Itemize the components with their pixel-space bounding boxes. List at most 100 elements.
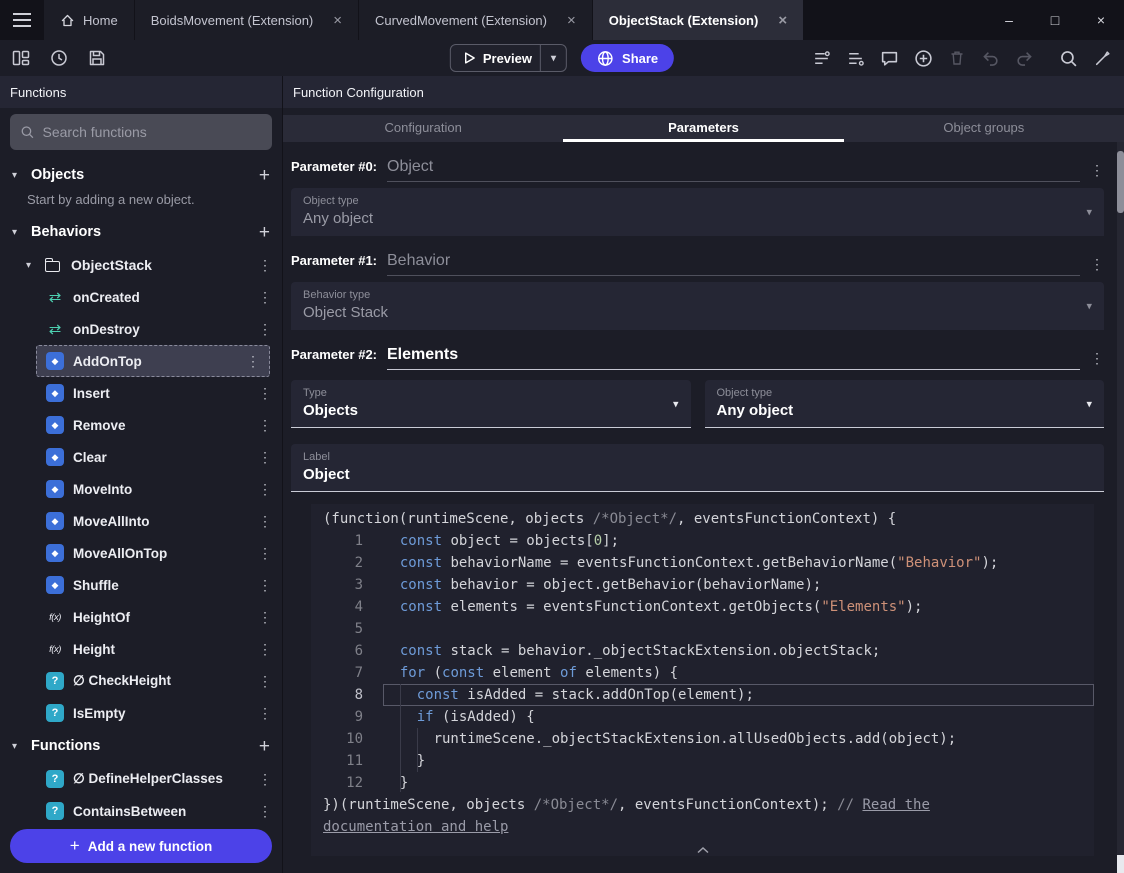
sidebar-item-definehelperclasses[interactable]: ∅ DefineHelperClasses ⋮ — [0, 763, 282, 795]
code-text[interactable]: runtimeScene._objectStackExtension.allUs… — [383, 728, 1094, 750]
close-tab-icon[interactable]: × — [333, 13, 342, 28]
add-free-function-button[interactable]: + — [259, 737, 270, 756]
type-select[interactable]: Type Objects ▾ — [291, 380, 691, 428]
item-menu-button[interactable]: ⋮ — [246, 353, 260, 370]
panels-layout-icon[interactable] — [12, 49, 30, 67]
item-menu-button[interactable]: ⋮ — [258, 545, 272, 562]
sidebar-section-behaviors[interactable]: ▾ Behaviors + — [0, 215, 282, 249]
item-menu-button[interactable]: ⋮ — [258, 385, 272, 402]
code-text[interactable]: if (isAdded) { — [383, 706, 1094, 728]
share-button[interactable]: Share — [581, 44, 675, 72]
tab-curvedmovement[interactable]: CurvedMovement (Extension) × — [359, 0, 593, 40]
code-text[interactable]: const behaviorName = eventsFunctionConte… — [383, 552, 1094, 574]
sidebar-section-objects[interactable]: ▾ Objects + — [0, 158, 282, 192]
parameter-menu-button[interactable]: ⋮ — [1090, 350, 1104, 367]
search-input[interactable] — [42, 124, 262, 140]
sidebar-item-clear[interactable]: Clear ⋮ — [0, 441, 282, 473]
tab-object-groups[interactable]: Object groups — [844, 115, 1124, 142]
documentation-link[interactable]: documentation and help — [323, 819, 508, 835]
parameter-name-input[interactable]: Object — [387, 158, 1080, 182]
code-text[interactable]: } — [383, 772, 1094, 794]
item-menu-button[interactable]: ⋮ — [258, 481, 272, 498]
item-menu-button[interactable]: ⋮ — [258, 609, 272, 626]
trash-icon[interactable] — [948, 49, 966, 67]
item-menu-button[interactable]: ⋮ — [258, 289, 272, 306]
sidebar-item-oncreated[interactable]: onCreated ⋮ — [0, 281, 282, 313]
sidebar-item-moveinto[interactable]: MoveInto ⋮ — [0, 473, 282, 505]
sidebar-item-remove[interactable]: Remove ⋮ — [0, 409, 282, 441]
sidebar-item-containsbetween[interactable]: ContainsBetween ⋮ — [0, 795, 282, 821]
item-menu-button[interactable]: ⋮ — [258, 771, 272, 788]
redo-icon[interactable] — [1015, 49, 1034, 68]
sidebar-item-addontop[interactable]: AddOnTop ⋮ — [36, 345, 270, 377]
behavior-type-select[interactable]: Behavior type Object Stack ▾ — [291, 282, 1104, 330]
search-icon[interactable] — [1059, 49, 1078, 68]
item-menu-button[interactable]: ⋮ — [258, 641, 272, 658]
save-icon[interactable] — [88, 49, 106, 67]
parameter-menu-button[interactable]: ⋮ — [1090, 162, 1104, 179]
preview-button[interactable]: Preview ▾ — [449, 44, 568, 72]
item-menu-button[interactable]: ⋮ — [258, 417, 272, 434]
item-menu-button[interactable]: ⋮ — [258, 673, 272, 690]
item-menu-button[interactable]: ⋮ — [258, 577, 272, 594]
sidebar-section-functions[interactable]: ▾ Functions + — [0, 729, 282, 763]
item-menu-button[interactable]: ⋮ — [258, 321, 272, 338]
main-menu-button[interactable] — [0, 0, 44, 40]
object-type-select[interactable]: Object type Any object ▾ — [291, 188, 1104, 236]
object-type-select-2[interactable]: Object type Any object ▾ — [704, 380, 1104, 428]
scrollbar-thumb-bottom[interactable] — [1117, 855, 1124, 873]
sidebar-item-insert[interactable]: Insert ⋮ — [0, 377, 282, 409]
minimize-button[interactable]: – — [986, 0, 1032, 40]
comment-icon[interactable] — [880, 49, 899, 68]
code-text[interactable]: const stack = behavior._objectStackExten… — [383, 640, 1094, 662]
maximize-button[interactable]: □ — [1032, 0, 1078, 40]
sidebar-item-checkheight[interactable]: ∅ CheckHeight ⋮ — [0, 665, 282, 697]
add-event-icon[interactable] — [914, 49, 933, 68]
sidebar-item-ondestroy[interactable]: onDestroy ⋮ — [0, 313, 282, 345]
sidebar-item-height[interactable]: Height ⋮ — [0, 633, 282, 665]
sidebar-item-shuffle[interactable]: Shuffle ⋮ — [0, 569, 282, 601]
code-text[interactable]: const elements = eventsFunctionContext.g… — [383, 596, 1094, 618]
code-text[interactable]: const behavior = object.getBehavior(beha… — [383, 574, 1094, 596]
objects-panel-icon[interactable] — [812, 49, 831, 68]
object-groups-panel-icon[interactable] — [846, 49, 865, 68]
sidebar-item-moveallontop[interactable]: MoveAllOnTop ⋮ — [0, 537, 282, 569]
tab-configuration[interactable]: Configuration — [283, 115, 563, 142]
code-text[interactable]: for (const element of elements) { — [383, 662, 1094, 684]
item-menu-button[interactable]: ⋮ — [258, 449, 272, 466]
scrollbar-thumb[interactable] — [1117, 151, 1124, 213]
documentation-link[interactable]: Read the — [862, 797, 929, 813]
sidebar-item-heightof[interactable]: HeightOf ⋮ — [0, 601, 282, 633]
tab-parameters[interactable]: Parameters — [563, 115, 844, 142]
add-object-button[interactable]: + — [259, 166, 270, 185]
close-window-button[interactable]: × — [1078, 0, 1124, 40]
tab-objectstack[interactable]: ObjectStack (Extension) × — [592, 0, 805, 40]
tab-boidsmovement[interactable]: BoidsMovement (Extension) × — [134, 0, 360, 40]
sidebar-item-isempty[interactable]: IsEmpty ⋮ — [0, 697, 282, 729]
label-text-field[interactable]: Label Object — [291, 444, 1104, 492]
item-menu-button[interactable]: ⋮ — [258, 705, 272, 722]
item-menu-button[interactable]: ⋮ — [258, 513, 272, 530]
add-function-button[interactable]: + Add a new function — [10, 829, 272, 863]
customize-icon[interactable] — [1093, 49, 1112, 68]
tab-home[interactable]: Home — [44, 0, 135, 40]
code-text[interactable] — [383, 618, 1094, 640]
item-menu-button[interactable]: ⋮ — [258, 257, 272, 274]
add-behavior-button[interactable]: + — [259, 223, 270, 242]
collapse-editor-button[interactable] — [696, 846, 710, 854]
parameter-name-input[interactable]: Behavior — [387, 252, 1080, 276]
sidebar-item-moveallinto[interactable]: MoveAllInto ⋮ — [0, 505, 282, 537]
chevron-down-icon[interactable]: ▾ — [545, 53, 562, 64]
close-tab-icon[interactable]: × — [778, 13, 787, 28]
js-code-editor[interactable]: (function(runtimeScene, objects /*Object… — [311, 504, 1094, 856]
code-text[interactable]: } — [383, 750, 1094, 772]
undo-icon[interactable] — [981, 49, 1000, 68]
sidebar-item-objectstack-behavior[interactable]: ▾ ObjectStack ⋮ — [0, 249, 282, 281]
item-menu-button[interactable]: ⋮ — [258, 803, 272, 820]
history-icon[interactable] — [50, 49, 68, 67]
parameter-menu-button[interactable]: ⋮ — [1090, 256, 1104, 273]
code-text[interactable]: const object = objects[0]; — [383, 530, 1094, 552]
parameter-name-input[interactable]: Elements — [387, 346, 1080, 370]
close-tab-icon[interactable]: × — [567, 13, 576, 28]
code-text[interactable]: const isAdded = stack.addOnTop(element); — [383, 684, 1094, 706]
